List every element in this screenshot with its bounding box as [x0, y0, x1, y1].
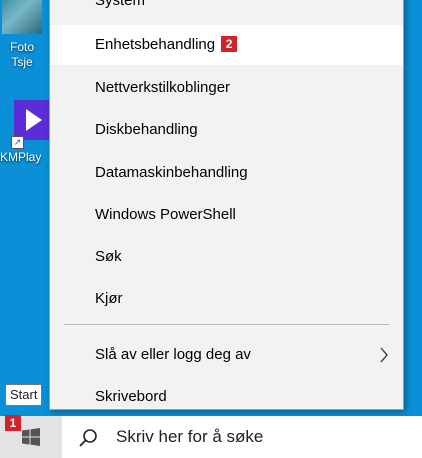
- menu-item-run[interactable]: Kjør: [50, 279, 403, 319]
- menu-item-network-connections[interactable]: Nettverkstilkoblinger: [50, 68, 403, 108]
- step-badge: 1: [5, 415, 21, 431]
- photo-label-line2: Tsje: [11, 55, 33, 69]
- menu-item-label: System: [95, 0, 146, 9]
- desktop-icon-photo[interactable]: Foto Tsje: [0, 0, 44, 70]
- menu-item-label: Søk: [95, 248, 122, 265]
- menu-item-system[interactable]: System: [50, 0, 403, 21]
- step-badge: 2: [221, 36, 238, 53]
- search-icon: [79, 429, 97, 447]
- menu-item-disk-management[interactable]: Diskbehandling: [50, 110, 403, 150]
- menu-separator: [64, 324, 389, 325]
- menu-item-label: Skrivebord: [95, 388, 167, 405]
- desktop-icon-kmplayer[interactable]: ↗ KMPlay: [0, 100, 52, 165]
- menu-item-label: Diskbehandling: [95, 121, 198, 138]
- play-icon: [26, 109, 42, 131]
- start-button[interactable]: 1: [0, 415, 62, 458]
- menu-item-label: Datamaskinbehandling: [95, 164, 248, 181]
- menu-item-shutdown-signout[interactable]: Slå av eller logg deg av: [50, 335, 403, 375]
- photo-label-line1: Foto: [9, 40, 34, 54]
- shortcut-arrow-icon: ↗: [11, 136, 24, 149]
- taskbar-search-box[interactable]: Skriv her for å søke: [62, 416, 422, 458]
- photo-thumbnail-icon: [2, 0, 42, 34]
- menu-item-desktop[interactable]: Skrivebord: [50, 377, 403, 417]
- desktop-icon-photo-label: Foto Tsje: [0, 40, 44, 70]
- desktop-icon-kmplayer-label: KMPlay: [0, 150, 42, 164]
- menu-item-label: Enhetsbehandling: [95, 36, 216, 53]
- menu-item-device-manager[interactable]: Enhetsbehandling 2: [50, 25, 403, 65]
- menu-item-powershell[interactable]: Windows PowerShell: [50, 195, 403, 235]
- menu-item-search[interactable]: Søk: [50, 237, 403, 277]
- start-tooltip: Start: [5, 384, 43, 406]
- menu-item-label: Slå av eller logg deg av: [95, 346, 251, 363]
- windows-logo-icon: [22, 428, 40, 446]
- menu-item-computer-management[interactable]: Datamaskinbehandling: [50, 153, 403, 193]
- menu-item-label: Kjør: [95, 290, 123, 307]
- context-menu: System Enhetsbehandling 2 Nettverkstilkob…: [49, 0, 404, 410]
- menu-item-label: Windows PowerShell: [95, 206, 236, 223]
- search-placeholder: Skriv her for å søke: [116, 427, 264, 446]
- kmplayer-app-icon: ↗: [11, 100, 52, 149]
- taskbar: 1 Skriv her for å søke: [0, 415, 422, 458]
- menu-item-label: Nettverkstilkoblinger: [95, 79, 231, 96]
